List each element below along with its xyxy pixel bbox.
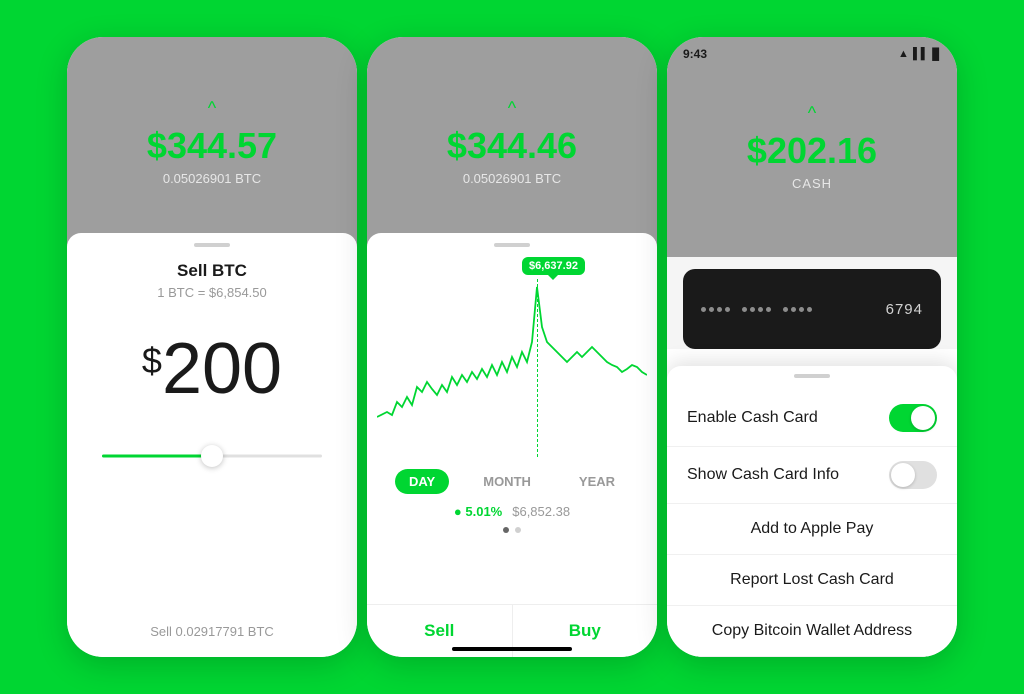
chevron-up-icon[interactable]: ^ [508,98,516,119]
toggle-thumb [891,463,915,487]
price-chart: $6,637.92 [377,257,647,457]
sell-btc-label: Sell 0.02917791 BTC [150,624,274,639]
phone-chart: ^ $344.46 0.05026901 BTC $6,637.92 DAY M… [367,37,657,657]
cash-card: 6794 [683,269,941,349]
dot-2 [515,527,521,533]
dollar-sign: $ [142,340,162,382]
card-dot [799,307,804,312]
chevron-up-icon[interactable]: ^ [808,103,816,124]
status-icons: ▲ ▌▌ ▊ [898,48,941,61]
card-dot [783,307,788,312]
stat-change: ● 5.01% [454,504,502,519]
copy-bitcoin-row[interactable]: Copy Bitcoin Wallet Address [667,606,957,657]
report-lost-label: Report Lost Cash Card [730,571,894,588]
phone-sell-btc: ^ $344.57 0.05026901 BTC Sell BTC 1 BTC … [67,37,357,657]
phone-cash-card: 9:43 ▲ ▌▌ ▊ ^ $202.16 CASH [667,37,957,657]
chart-tooltip: $6,637.92 [522,257,585,275]
dot-1 [503,527,509,533]
sell-amount: $ 200 [142,328,282,410]
stat-price: $6,852.38 [512,504,570,519]
card-dot [742,307,747,312]
show-cash-card-info-label: Show Cash Card Info [687,466,839,484]
tab-year[interactable]: YEAR [565,469,629,494]
card-dot-group-3 [783,307,812,312]
cash-label: CASH [792,176,832,191]
btc-dollar-amount: $344.46 [447,125,577,167]
card-last-four: 6794 [886,301,923,318]
phone1-body: Sell BTC 1 BTC = $6,854.50 $ 200 Sell 0.… [67,233,357,657]
card-dot [717,307,722,312]
toggle-thumb [911,406,935,430]
sheet-drag-handle[interactable] [794,374,830,378]
card-dot [791,307,796,312]
chart-svg [377,257,647,437]
card-dot-group-2 [742,307,771,312]
enable-cash-card-row[interactable]: Enable Cash Card [667,390,957,447]
chevron-up-icon[interactable]: ^ [208,98,216,119]
tab-day[interactable]: DAY [395,469,449,494]
card-dot [701,307,706,312]
drag-handle[interactable] [194,243,230,247]
signal-icon: ▲ [898,48,909,60]
amount-slider[interactable] [102,446,322,466]
cash-dollar-amount: $202.16 [747,130,877,172]
slider-thumb[interactable] [201,445,223,467]
bottom-sheet: Enable Cash Card Show Cash Card Info Add… [667,366,957,657]
chart-stats: ● 5.01% $6,852.38 [454,504,570,519]
btc-dollar-amount: $344.57 [147,125,277,167]
phone2-body: $6,637.92 DAY MONTH YEAR ● 5.01% $6,852.… [367,233,657,657]
tab-month[interactable]: MONTH [469,469,545,494]
cash-card-area: 6794 [667,257,957,349]
show-cash-card-info-row[interactable]: Show Cash Card Info [667,447,957,504]
status-time: 9:43 [683,47,707,61]
card-dot [709,307,714,312]
sell-title: Sell BTC [177,261,247,281]
phone3-header: 9:43 ▲ ▌▌ ▊ ^ $202.16 CASH [667,37,957,257]
card-dot [766,307,771,312]
sell-number: 200 [162,328,282,410]
status-bar: 9:43 ▲ ▌▌ ▊ [667,47,957,61]
battery-icon: ▊ [933,48,941,61]
phone1-header: ^ $344.57 0.05026901 BTC [67,37,357,247]
btc-amount: 0.05026901 BTC [463,171,561,186]
sell-subtitle: 1 BTC = $6,854.50 [157,285,267,300]
slider-fill [102,455,212,458]
report-lost-row[interactable]: Report Lost Cash Card [667,555,957,606]
show-cash-card-info-toggle[interactable] [889,461,937,489]
card-dot [750,307,755,312]
add-apple-pay-row[interactable]: Add to Apple Pay [667,504,957,555]
copy-bitcoin-label: Copy Bitcoin Wallet Address [712,622,912,639]
drag-handle[interactable] [494,243,530,247]
enable-cash-card-toggle[interactable] [889,404,937,432]
card-dot-group-1 [701,307,730,312]
time-tabs: DAY MONTH YEAR [395,469,629,494]
card-dot [725,307,730,312]
home-indicator [452,647,572,651]
page-dots [503,527,521,533]
btc-amount: 0.05026901 BTC [163,171,261,186]
phone2-header: ^ $344.46 0.05026901 BTC [367,37,657,247]
add-apple-pay-label: Add to Apple Pay [751,520,874,537]
enable-cash-card-label: Enable Cash Card [687,409,818,427]
card-dots [701,307,812,312]
card-dot [807,307,812,312]
card-dot [758,307,763,312]
wifi-icon: ▌▌ [913,48,929,60]
chart-dashed-line [537,279,538,457]
